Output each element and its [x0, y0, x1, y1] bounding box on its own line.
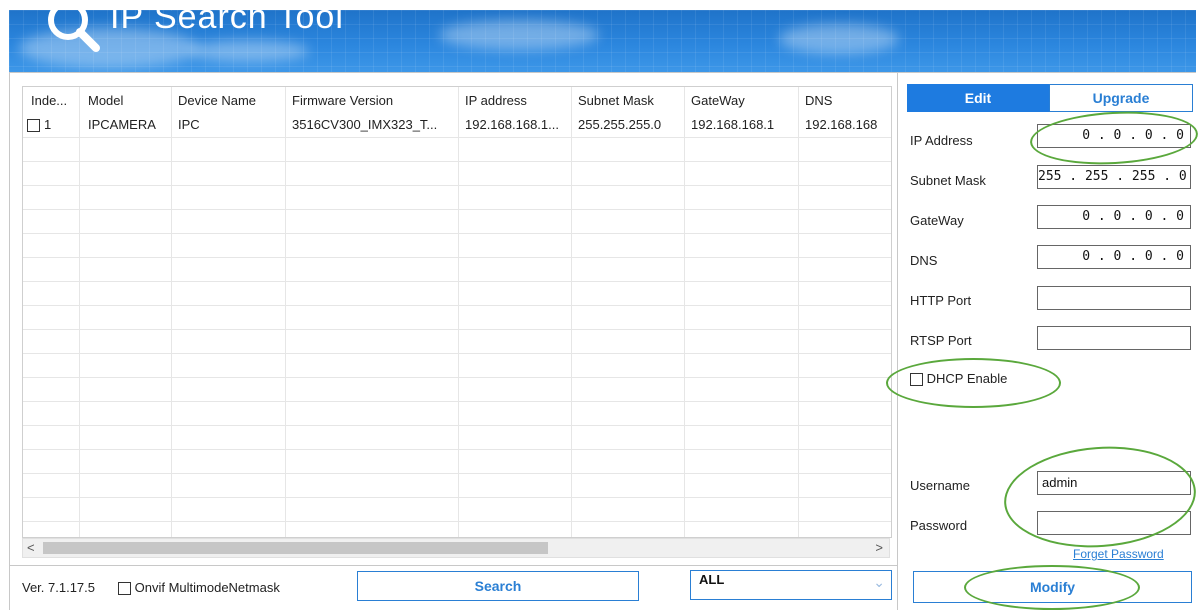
- row-divider: [23, 257, 891, 258]
- rtsp-port-input[interactable]: [1037, 326, 1191, 350]
- column-header-gateway[interactable]: GateWay: [691, 93, 745, 108]
- device-table[interactable]: Inde... Model Device Name Firmware Versi…: [22, 86, 892, 538]
- column-header-device-name[interactable]: Device Name: [178, 93, 256, 108]
- row-divider: [23, 473, 891, 474]
- magnifier-icon: [48, 10, 100, 52]
- row-divider: [23, 377, 891, 378]
- row-divider: [23, 305, 891, 306]
- device-filter-select[interactable]: ALL ⌄: [690, 570, 892, 600]
- row-divider: [23, 353, 891, 354]
- password-input[interactable]: [1037, 511, 1191, 535]
- filter-selected-value: ALL: [699, 572, 725, 587]
- column-divider: [684, 87, 685, 537]
- column-divider: [571, 87, 572, 537]
- modify-button[interactable]: Modify: [913, 571, 1192, 603]
- version-label: Ver. 7.1.17.5: [22, 580, 96, 595]
- row-divider: [23, 137, 891, 138]
- column-divider: [171, 87, 172, 537]
- cell-dns: 192.168.168: [805, 117, 878, 132]
- cell-ip-address: 192.168.168.1...: [465, 117, 559, 132]
- http-port-input[interactable]: [1037, 286, 1191, 310]
- onvif-label: Onvif MultimodeNetmask: [134, 580, 280, 595]
- app-title: IP Search Tool: [110, 10, 344, 36]
- column-header-model[interactable]: Model: [88, 93, 123, 108]
- column-divider: [798, 87, 799, 537]
- row-divider: [23, 329, 891, 330]
- dns-input[interactable]: 0 . 0 . 0 . 0: [1037, 245, 1191, 269]
- column-divider: [285, 87, 286, 537]
- horizontal-scrollbar[interactable]: < >: [22, 538, 890, 558]
- row-divider: [23, 449, 891, 450]
- cell-device-name: IPC: [178, 117, 200, 132]
- scrollbar-thumb[interactable]: [43, 542, 548, 554]
- column-header-dns[interactable]: DNS: [805, 93, 832, 108]
- column-header-index[interactable]: Inde...: [31, 93, 67, 108]
- tab-upgrade[interactable]: Upgrade: [1049, 84, 1193, 112]
- ip-address-input[interactable]: 0 . 0 . 0 . 0: [1037, 124, 1191, 148]
- tab-edit[interactable]: Edit: [907, 84, 1049, 112]
- header-banner: IP Search Tool: [9, 10, 1196, 72]
- banner-cloud: [439, 20, 599, 50]
- frame-divider: [9, 565, 897, 566]
- row-divider: [23, 497, 891, 498]
- ip-address-label: IP Address: [910, 133, 973, 148]
- gateway-label: GateWay: [910, 213, 964, 228]
- http-port-label: HTTP Port: [910, 293, 972, 308]
- row-divider: [23, 521, 891, 522]
- onvif-checkbox-row[interactable]: Onvif MultimodeNetmask: [118, 580, 280, 596]
- subnet-mask-input[interactable]: 255 . 255 . 255 . 0: [1037, 165, 1191, 189]
- row-divider: [23, 281, 891, 282]
- banner-cloud: [779, 24, 899, 54]
- username-label: Username: [910, 478, 970, 493]
- row-divider: [23, 233, 891, 234]
- cell-subnet-mask: 255.255.255.0: [578, 117, 662, 132]
- frame-left-border: [9, 72, 10, 610]
- subnet-mask-label: Subnet Mask: [910, 173, 986, 188]
- rtsp-port-label: RTSP Port: [910, 333, 972, 348]
- row-divider: [23, 185, 891, 186]
- column-divider: [79, 87, 80, 537]
- row-divider: [23, 401, 891, 402]
- row-divider: [23, 161, 891, 162]
- column-header-ip-address[interactable]: IP address: [465, 93, 527, 108]
- scroll-right-arrow-icon[interactable]: >: [875, 540, 883, 555]
- banner-cloud: [189, 40, 309, 62]
- onvif-checkbox[interactable]: [118, 582, 131, 596]
- cell-gateway: 192.168.168.1: [691, 117, 775, 132]
- cell-model: IPCAMERA: [88, 117, 156, 132]
- cell-firmware: 3516CV300_IMX323_T...: [292, 117, 438, 132]
- dhcp-enable-label: DHCP Enable: [926, 371, 1008, 386]
- column-divider: [458, 87, 459, 537]
- gateway-input[interactable]: 0 . 0 . 0 . 0: [1037, 205, 1191, 229]
- row-divider: [23, 425, 891, 426]
- search-button[interactable]: Search: [357, 571, 639, 601]
- dhcp-enable-checkbox-row[interactable]: DHCP Enable: [910, 371, 1008, 387]
- username-input[interactable]: admin: [1037, 471, 1191, 495]
- password-label: Password: [910, 518, 968, 533]
- forget-password-link[interactable]: Forget Password: [1073, 547, 1164, 561]
- dhcp-enable-checkbox[interactable]: [910, 373, 923, 387]
- row-divider: [23, 209, 891, 210]
- column-header-firmware-version[interactable]: Firmware Version: [292, 93, 393, 108]
- scroll-left-arrow-icon[interactable]: <: [27, 540, 35, 555]
- chevron-down-icon[interactable]: ⌄: [873, 574, 885, 591]
- column-header-subnet-mask[interactable]: Subnet Mask: [578, 93, 654, 108]
- checkbox-icon[interactable]: [27, 119, 40, 133]
- row-select-checkbox[interactable]: [27, 117, 40, 133]
- cell-index: 1: [44, 117, 52, 132]
- dns-label: DNS: [910, 253, 938, 268]
